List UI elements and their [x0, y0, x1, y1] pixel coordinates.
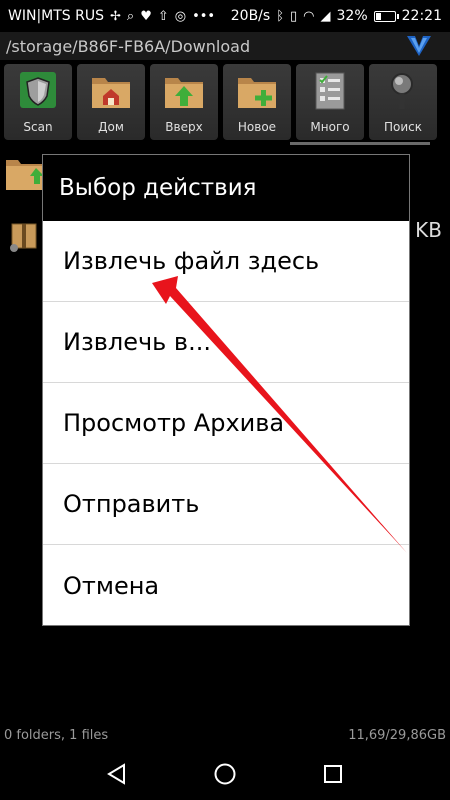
- up-folder-icon: [165, 78, 203, 108]
- toolbar: Scan Дом Вверх Новое Много Поиск: [0, 60, 450, 144]
- status-bar: WIN|MTS RUS ✢ ⌕ ♥ ⇧ ◎ ••• 20B/s ᛒ ▯ ◠ ◢ …: [0, 0, 450, 32]
- up-label: Вверх: [165, 120, 203, 134]
- home-nav-button[interactable]: [211, 760, 239, 788]
- shield-icon: [20, 72, 56, 108]
- recents-button[interactable]: [319, 760, 347, 788]
- checklist-icon: [315, 72, 345, 110]
- back-icon: [107, 763, 125, 785]
- view-archive-option[interactable]: Просмотр Архива: [43, 383, 409, 464]
- chrome-icon: ◎: [174, 8, 187, 24]
- search-notification-icon: ⌕: [126, 8, 135, 24]
- back-button[interactable]: [103, 760, 131, 788]
- navigation-bar: [0, 748, 450, 800]
- scan-label: Scan: [23, 120, 53, 134]
- app-logo-icon[interactable]: [406, 34, 432, 58]
- storage-usage: 11,69/29,86GB: [348, 728, 446, 743]
- search-button[interactable]: Поиск: [369, 64, 437, 140]
- multi-select-button[interactable]: Много: [296, 64, 364, 140]
- send-option[interactable]: Отправить: [43, 464, 409, 545]
- search-label: Поиск: [383, 120, 422, 134]
- home-button[interactable]: Дом: [77, 64, 145, 140]
- dialog-item-label: Извлечь файл здесь: [63, 247, 320, 275]
- dialog-item-label: Извлечь в...: [63, 328, 211, 356]
- fan-icon: ✢: [110, 8, 121, 24]
- new-button[interactable]: Новое: [223, 64, 291, 140]
- cancel-option[interactable]: Отмена: [43, 545, 409, 626]
- more-notifications-icon: •••: [192, 8, 216, 24]
- bluetooth-icon: ᛒ: [276, 8, 285, 24]
- vibrate-icon: ▯: [290, 8, 298, 24]
- health-icon: ♥: [140, 8, 152, 24]
- multi-select-label: Много: [310, 120, 350, 134]
- up-button[interactable]: Вверх: [150, 64, 218, 140]
- dialog-header: Выбор действия: [43, 155, 409, 221]
- up-folder-icon: [6, 160, 44, 190]
- action-dialog: Выбор действия Извлечь файл здесь Извлеч…: [42, 154, 410, 626]
- wifi-icon: ◠: [303, 8, 315, 24]
- dialog-item-label: Отправить: [63, 490, 200, 518]
- path-bar: /storage/B86F-FB6A/Download: [0, 32, 450, 60]
- upload-icon: ⇧: [157, 8, 169, 24]
- carrier-label: WIN|MTS RUS: [8, 8, 104, 24]
- home-folder-icon: [92, 78, 130, 108]
- new-label: Новое: [237, 120, 277, 134]
- dialog-item-label: Отмена: [63, 571, 160, 600]
- dialog-item-label: Просмотр Архива: [63, 409, 285, 437]
- clock: 22:21: [401, 8, 442, 24]
- signal-icon: ◢: [320, 8, 331, 24]
- scan-button[interactable]: Scan: [4, 64, 72, 140]
- extract-to-option[interactable]: Извлечь в...: [43, 302, 409, 383]
- archive-file-icon: [10, 223, 37, 252]
- network-speed: 20B/s: [230, 8, 271, 24]
- dialog-title: Выбор действия: [59, 175, 257, 201]
- battery-fill: [375, 12, 382, 20]
- battery-percent: 32%: [336, 8, 368, 24]
- new-folder-icon: [238, 78, 276, 108]
- search-icon: [391, 73, 413, 109]
- battery-icon: [373, 10, 399, 22]
- storage-info: 0 folders, 1 files 11,69/29,86GB: [0, 728, 450, 748]
- folder-file-count: 0 folders, 1 files: [4, 728, 109, 743]
- extract-here-option[interactable]: Извлечь файл здесь: [43, 221, 409, 302]
- recents-icon: [324, 765, 342, 783]
- home-circle-icon: [214, 763, 236, 785]
- home-label: Дом: [98, 120, 124, 134]
- toolbar-scroll-indicator: [290, 142, 430, 145]
- current-path: /storage/B86F-FB6A/Download: [6, 36, 251, 56]
